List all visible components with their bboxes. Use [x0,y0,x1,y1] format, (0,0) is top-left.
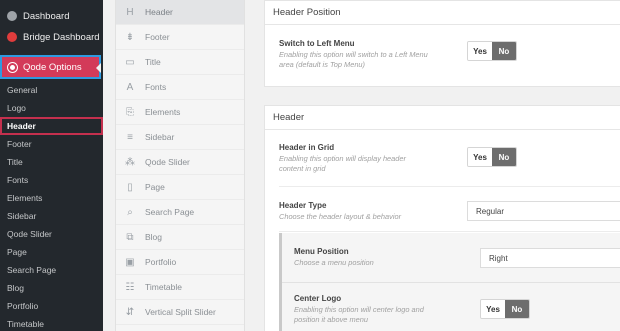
header-in-grid-desc-2: content in grid [279,164,326,173]
current-menu-arrow-icon [96,63,101,73]
divider [279,231,620,232]
menu-position-desc: Choose a menu position [294,258,374,267]
tab-label: Timetable [145,282,183,292]
tab-label: Elements [145,107,181,117]
tab-blog[interactable]: ⧉ Blog [116,225,244,250]
timetable-icon: ☷ [125,281,135,293]
menu-item-dashboard[interactable]: Dashboard [0,5,103,27]
header-in-grid-label: Header in Grid [279,143,335,152]
tab-label: Sidebar [145,132,175,142]
submenu-item-fonts[interactable]: Fonts [0,171,103,189]
portfolio-icon: ▣ [125,256,135,268]
header-type-desc: Choose the header layout & behavior [279,212,402,221]
slider-icon: ⁂ [125,156,135,168]
center-logo-desc-1: Enabling this option will center logo an… [294,305,424,314]
header-in-grid-desc-1: Enabling this option will display header [279,154,406,163]
wp-admin-sidebar: Dashboard Bridge Dashboard Qode Options … [0,0,103,331]
tab-label: Blog [145,232,163,242]
submenu-item-blog[interactable]: Blog [0,279,103,297]
toggle-no[interactable]: No [492,148,516,166]
tab-title[interactable]: ▭ Title [116,50,244,75]
toggle-yes[interactable]: Yes [481,300,505,318]
center-logo-label: Center Logo [294,294,342,303]
header-position-panel: Header Position Switch to Left Menu Enab… [264,0,620,87]
menu-item-qode-options[interactable]: Qode Options [0,55,101,79]
header-panel: Header Header in Grid Enabling this opti… [264,105,620,331]
tab-label: Fonts [145,82,167,92]
menu-item-label: Bridge Dashboard [23,31,100,43]
fonts-icon: A [126,81,134,93]
bridge-icon [7,32,17,42]
divider [282,282,620,283]
header-type-select[interactable]: Regular [467,201,620,221]
tab-search-page[interactable]: ⌕ Search Page [116,200,244,225]
options-content: Header Position Switch to Left Menu Enab… [264,0,620,331]
submenu-item-footer[interactable]: Footer [0,135,103,153]
tab-label: Search Page [145,207,195,217]
submenu-item-sidebar[interactable]: Sidebar [0,207,103,225]
search-icon: ⌕ [127,206,133,218]
submenu-item-page[interactable]: Page [0,243,103,261]
submenu-item-title[interactable]: Title [0,153,103,171]
qode-options-tabs: H Header ⇟ Footer ▭ Title A Fonts ⎘ Elements ≡ Side… [115,0,245,331]
tab-label: Vertical Split Slider [145,307,216,317]
toggle-yes[interactable]: Yes [468,148,492,166]
menu-item-bridge-dashboard[interactable]: Bridge Dashboard [0,26,103,48]
header-icon: H [126,6,134,18]
tab-label: Qode Slider [145,157,190,167]
submenu-item-qode-slider[interactable]: Qode Slider [0,225,103,243]
tab-fonts[interactable]: A Fonts [116,75,244,100]
page-icon: ▯ [127,181,133,193]
panel-title: Header [265,106,620,130]
toggle-no[interactable]: No [505,300,529,318]
tab-header[interactable]: H Header [116,0,244,25]
switch-left-menu-label: Switch to Left Menu [279,39,355,48]
tab-sidebar[interactable]: ≡ Sidebar [116,125,244,150]
center-logo-toggle[interactable]: Yes No [480,299,530,319]
tab-label: Title [145,57,161,67]
submenu-item-elements[interactable]: Elements [0,189,103,207]
switch-left-menu-desc-2: area (default is Top Menu) [279,60,365,69]
tab-elements[interactable]: ⎘ Elements [116,100,244,125]
blog-icon: ⧉ [126,231,134,243]
tab-label: Footer [145,32,170,42]
footer-icon: ⇟ [125,31,135,43]
menu-item-label: Qode Options [23,61,82,73]
toggle-yes[interactable]: Yes [468,42,492,60]
split-slider-icon: ⇵ [125,306,135,318]
menu-position-label: Menu Position [294,247,349,256]
header-type-label: Header Type [279,201,327,210]
center-logo-desc-2: position it above menu [294,315,368,324]
tab-page[interactable]: ▯ Page [116,175,244,200]
divider [279,186,620,187]
elements-icon: ⎘ [126,106,134,118]
submenu-item-header[interactable]: Header [0,117,103,135]
switch-left-menu-desc-1: Enabling this option will switch to a Le… [279,50,428,59]
sidebar-icon: ≡ [127,131,133,143]
tab-label: Header [145,7,173,17]
tab-portfolio[interactable]: ▣ Portfolio [116,250,244,275]
submenu-item-portfolio[interactable]: Portfolio [0,297,103,315]
submenu-item-logo[interactable]: Logo [0,99,103,117]
menu-item-label: Dashboard [23,10,70,22]
toggle-no[interactable]: No [492,42,516,60]
switch-left-menu-toggle[interactable]: Yes No [467,41,517,61]
tab-vertical-split-slider[interactable]: ⇵ Vertical Split Slider [116,300,244,325]
tab-label: Portfolio [145,257,177,267]
panel-title: Header Position [265,1,620,25]
submenu-item-timetable[interactable]: Timetable [0,315,103,331]
tab-footer[interactable]: ⇟ Footer [116,25,244,50]
qode-icon [8,62,17,72]
tab-qode-slider[interactable]: ⁂ Qode Slider [116,150,244,175]
tab-timetable[interactable]: ☷ Timetable [116,275,244,300]
header-subgroup: Menu Position Choose a menu position Rig… [279,233,620,331]
dashboard-icon [7,11,17,21]
tab-label: Page [145,182,165,192]
title-icon: ▭ [125,56,135,68]
submenu-item-general[interactable]: General [0,81,103,99]
submenu-item-search-page[interactable]: Search Page [0,261,103,279]
menu-position-select[interactable]: Right [480,248,620,268]
header-in-grid-toggle[interactable]: Yes No [467,147,517,167]
